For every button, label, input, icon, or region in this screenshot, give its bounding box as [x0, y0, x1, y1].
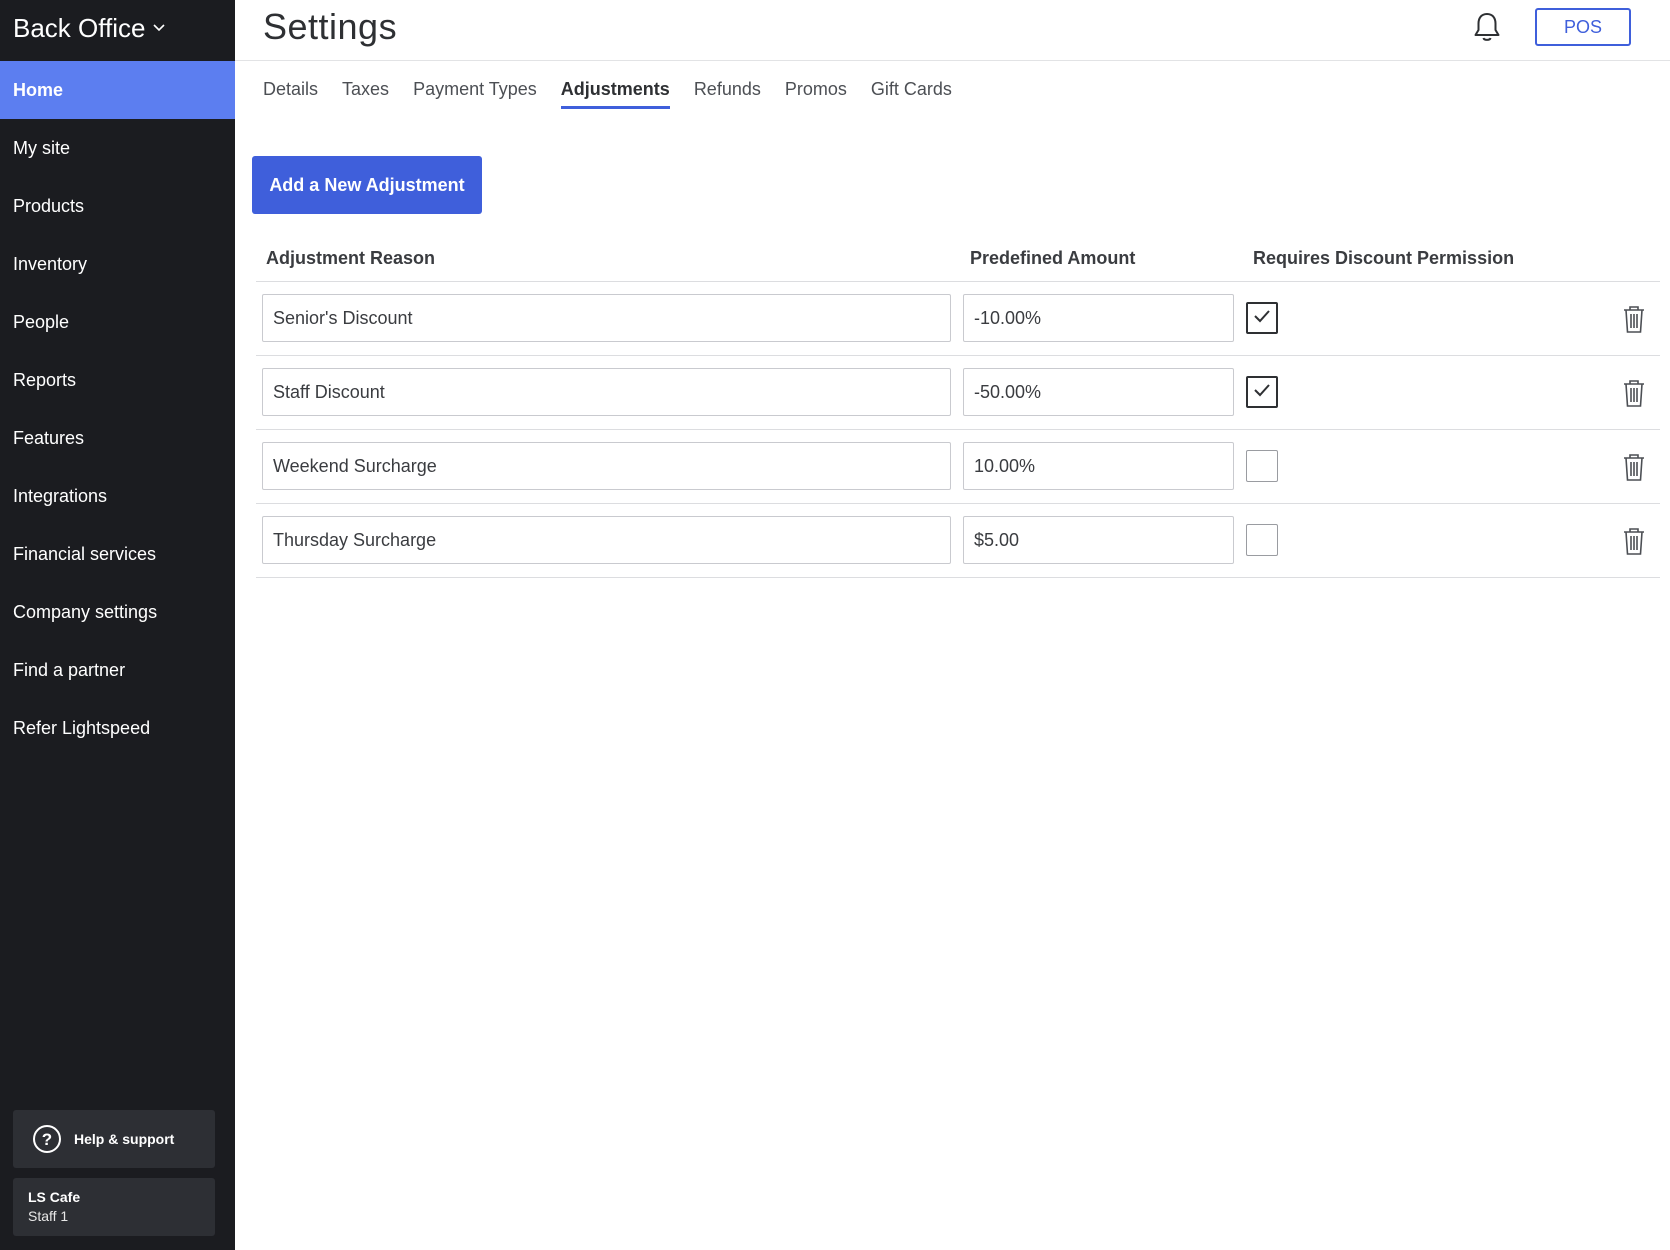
add-adjustment-button[interactable]: Add a New Adjustment — [252, 156, 482, 214]
tab-details[interactable]: Details — [263, 79, 318, 109]
help-support-button[interactable]: ? Help & support — [13, 1110, 215, 1168]
tab-adjustments[interactable]: Adjustments — [560, 79, 670, 109]
sidebar-item-label: People — [13, 311, 70, 332]
adjustment-reason-input[interactable] — [262, 294, 951, 342]
table-row — [256, 356, 1660, 430]
tab-refunds[interactable]: Refunds — [694, 79, 761, 109]
sidebar-item-inventory[interactable]: Inventory — [0, 235, 235, 293]
table-row — [256, 430, 1660, 504]
sidebar-item-refer-lightspeed[interactable]: Refer Lightspeed — [0, 699, 235, 757]
table-row — [256, 282, 1660, 356]
requires-permission-checkbox[interactable] — [1246, 376, 1278, 408]
account-role: Staff 1 — [28, 1208, 69, 1224]
sidebar-item-label: My site — [13, 137, 71, 158]
predefined-amount-input[interactable] — [963, 294, 1234, 342]
brand-menu[interactable]: Back Office — [13, 10, 166, 46]
trash-icon[interactable] — [1620, 526, 1648, 556]
sidebar-item-label: Integrations — [13, 485, 108, 506]
adjustment-reason-input[interactable] — [262, 442, 951, 490]
predefined-amount-input[interactable] — [963, 368, 1234, 416]
svg-text:?: ? — [42, 1130, 52, 1149]
account-switcher[interactable]: LS Cafe Staff 1 — [13, 1178, 215, 1236]
question-circle-icon: ? — [32, 1124, 62, 1154]
trash-icon[interactable] — [1620, 452, 1648, 482]
requires-permission-checkbox[interactable] — [1246, 524, 1278, 556]
pos-button[interactable]: POS — [1535, 8, 1631, 46]
sidebar-item-products[interactable]: Products — [0, 177, 235, 235]
sidebar-item-integrations[interactable]: Integrations — [0, 467, 235, 525]
top-header: Settings POS — [235, 0, 1670, 61]
sidebar-item-label: Inventory — [13, 253, 88, 274]
column-header-permission: Requires Discount Permission — [1253, 248, 1515, 268]
sidebar-item-my-site[interactable]: My site — [0, 119, 235, 177]
help-support-label: Help & support — [74, 1131, 175, 1147]
sidebar-item-home[interactable]: Home — [0, 61, 235, 119]
sidebar-item-people[interactable]: People — [0, 293, 235, 351]
tab-gift-cards[interactable]: Gift Cards — [871, 79, 952, 109]
requires-permission-checkbox[interactable] — [1246, 302, 1278, 334]
sidebar-item-label: Home — [13, 79, 64, 100]
sidebar-item-label: Financial services — [13, 543, 157, 564]
sidebar-item-label: Company settings — [13, 601, 158, 622]
settings-tabs: Details Taxes Payment Types Adjustments … — [263, 79, 976, 109]
column-header-reason: Adjustment Reason — [266, 248, 436, 268]
adjustments-table: Adjustment Reason Predefined Amount Requ… — [256, 240, 1660, 578]
sidebar-item-find-a-partner[interactable]: Find a partner — [0, 641, 235, 699]
sidebar-item-label: Find a partner — [13, 659, 126, 680]
tab-payment-types[interactable]: Payment Types — [413, 79, 537, 109]
column-header-amount: Predefined Amount — [970, 248, 1136, 268]
sidebar-item-features[interactable]: Features — [0, 409, 235, 467]
checkmark-icon — [1253, 309, 1271, 328]
tab-taxes[interactable]: Taxes — [342, 79, 389, 109]
requires-permission-checkbox[interactable] — [1246, 450, 1278, 482]
sidebar-item-label: Reports — [13, 369, 77, 390]
bell-icon[interactable] — [1470, 10, 1504, 44]
sidebar-item-financial-services[interactable]: Financial services — [0, 525, 235, 583]
brand-label: Back Office — [13, 12, 146, 43]
page-title: Settings — [263, 6, 398, 47]
sidebar-item-company-settings[interactable]: Company settings — [0, 583, 235, 641]
predefined-amount-input[interactable] — [963, 516, 1234, 564]
predefined-amount-input[interactable] — [963, 442, 1234, 490]
sidebar-item-label: Refer Lightspeed — [13, 717, 151, 738]
chevron-down-icon — [153, 22, 166, 34]
sidebar: Back Office Home My site Products Invent… — [0, 0, 235, 1250]
sidebar-item-label: Products — [13, 195, 85, 216]
adjustment-reason-input[interactable] — [262, 368, 951, 416]
checkmark-icon — [1253, 383, 1271, 402]
sidebar-item-reports[interactable]: Reports — [0, 351, 235, 409]
sidebar-nav: Home My site Products Inventory People R… — [0, 61, 235, 757]
account-name: LS Cafe — [28, 1189, 81, 1205]
trash-icon[interactable] — [1620, 304, 1648, 334]
sidebar-item-label: Features — [13, 427, 85, 448]
adjustment-reason-input[interactable] — [262, 516, 951, 564]
table-row — [256, 504, 1660, 578]
tab-promos[interactable]: Promos — [785, 79, 847, 109]
trash-icon[interactable] — [1620, 378, 1648, 408]
table-header: Adjustment Reason Predefined Amount Requ… — [256, 240, 1660, 282]
